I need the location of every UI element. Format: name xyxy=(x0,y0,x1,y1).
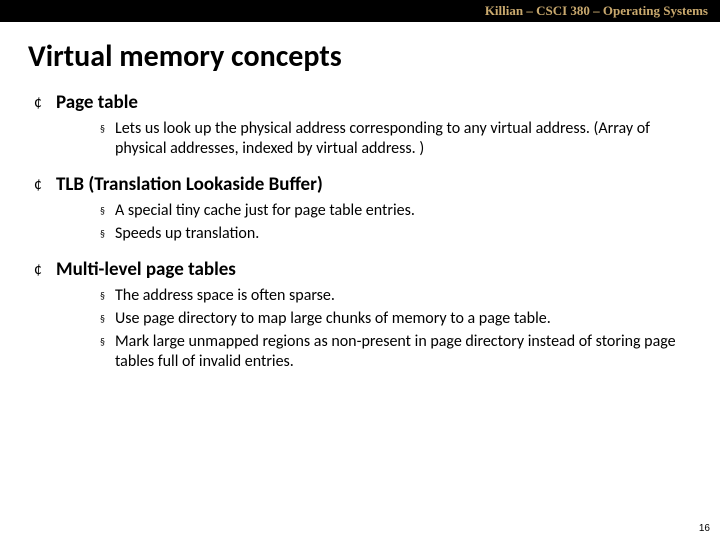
sub-item-text: Lets us look up the physical address cor… xyxy=(115,119,690,159)
item-label: TLB (Translation Lookaside Buffer) xyxy=(56,173,323,197)
bullet-square-icon: § xyxy=(100,309,105,329)
item-label: Page table xyxy=(56,91,138,115)
item-label: Multi-level page tables xyxy=(56,258,236,282)
slide-content: ¢ Page table § Lets us look up the physi… xyxy=(0,91,720,372)
bullet-ring-icon: ¢ xyxy=(34,91,42,115)
page-number: 16 xyxy=(699,523,710,534)
bullet-square-icon: § xyxy=(100,286,105,306)
bullet-square-icon: § xyxy=(100,119,105,139)
sub-item: § A special tiny cache just for page tab… xyxy=(100,201,690,221)
list-item: ¢ Multi-level page tables xyxy=(34,258,690,282)
slide-title: Virtual memory concepts xyxy=(0,22,720,91)
sub-item-text: Speeds up translation. xyxy=(115,224,259,244)
list-item: ¢ Page table xyxy=(34,91,690,115)
sublist: § A special tiny cache just for page tab… xyxy=(34,201,690,244)
sub-item-text: A special tiny cache just for page table… xyxy=(115,201,415,221)
sub-item-text: Use page directory to map large chunks o… xyxy=(115,309,551,329)
sub-item-text: Mark large unmapped regions as non-prese… xyxy=(115,332,690,372)
bullet-square-icon: § xyxy=(100,224,105,244)
sub-item: § Lets us look up the physical address c… xyxy=(100,119,690,159)
list-item: ¢ TLB (Translation Lookaside Buffer) xyxy=(34,173,690,197)
bullet-ring-icon: ¢ xyxy=(34,173,42,197)
sub-item: § Use page directory to map large chunks… xyxy=(100,309,690,329)
sub-item: § The address space is often sparse. xyxy=(100,286,690,306)
bullet-square-icon: § xyxy=(100,201,105,221)
bullet-square-icon: § xyxy=(100,332,105,352)
course-header: Killian – CSCI 380 – Operating Systems xyxy=(0,0,720,22)
bullet-ring-icon: ¢ xyxy=(34,258,42,282)
sub-item-text: The address space is often sparse. xyxy=(115,286,335,306)
sublist: § Lets us look up the physical address c… xyxy=(34,119,690,159)
sub-item: § Mark large unmapped regions as non-pre… xyxy=(100,332,690,372)
sub-item: § Speeds up translation. xyxy=(100,224,690,244)
sublist: § The address space is often sparse. § U… xyxy=(34,286,690,372)
